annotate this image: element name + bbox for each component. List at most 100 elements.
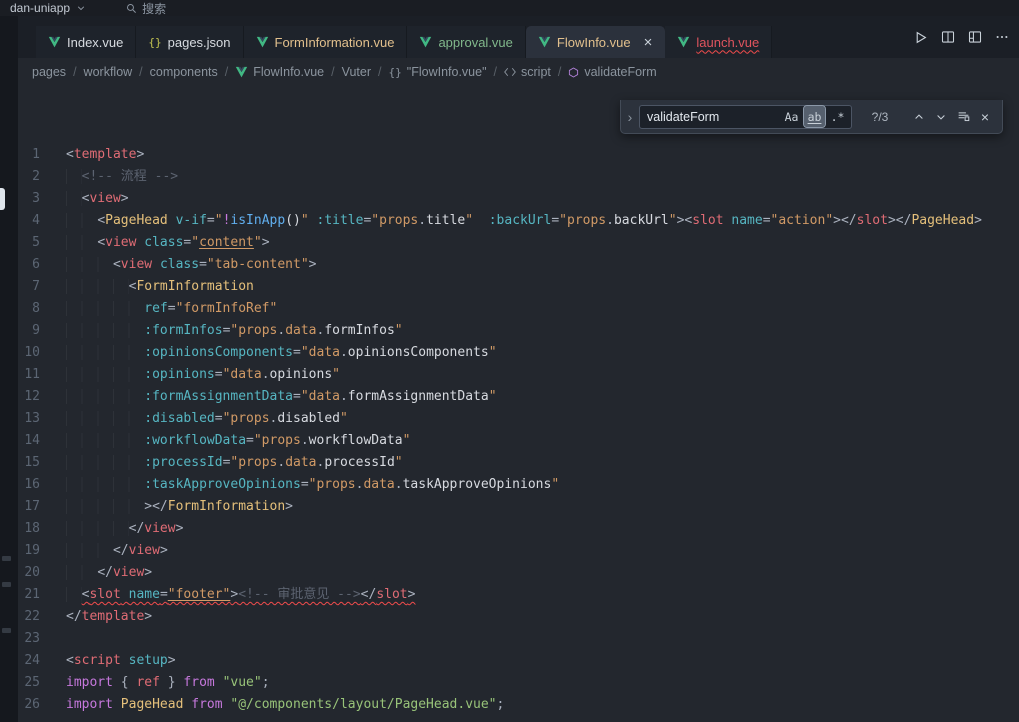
- line-number: 5: [18, 232, 66, 254]
- line-number: 17: [18, 496, 66, 518]
- find-input[interactable]: [647, 110, 779, 124]
- code-line[interactable]: 11 :opinions="data.opinions": [18, 364, 1019, 386]
- code-line-text: <FormInformation: [66, 276, 254, 298]
- code-line[interactable]: 24<script setup>: [18, 650, 1019, 672]
- tab-FlowInfo.vue[interactable]: FlowInfo.vue ×: [526, 26, 665, 58]
- title-bar: dan-uniapp 搜索: [0, 0, 1019, 16]
- code-line[interactable]: 14 :workflowData="props.workflowData": [18, 430, 1019, 452]
- code-line[interactable]: 2 <!-- 流程 -->: [18, 166, 1019, 188]
- code-line-text: </template>: [66, 606, 152, 628]
- code-line[interactable]: 18 </view>: [18, 518, 1019, 540]
- code-line[interactable]: 9 :formInfos="props.data.formInfos": [18, 320, 1019, 342]
- code-line[interactable]: 4 <PageHead v-if="!isInApp()" :title="pr…: [18, 210, 1019, 232]
- line-number: 11: [18, 364, 66, 386]
- line-number: 7: [18, 276, 66, 298]
- more-actions-button[interactable]: [995, 30, 1009, 44]
- find-in-selection-button[interactable]: [952, 106, 974, 128]
- line-number: 3: [18, 188, 66, 210]
- code-line-text: <script setup>: [66, 650, 176, 672]
- code-editor[interactable]: 1<template>2 <!-- 流程 -->3 <view>4 <PageH…: [18, 86, 1019, 716]
- next-match-button[interactable]: [930, 106, 952, 128]
- breadcrumb-item-workflow[interactable]: workflow: [84, 65, 133, 79]
- code-line[interactable]: 26import PageHead from "@/components/lay…: [18, 694, 1019, 716]
- code-line[interactable]: 3 <view>: [18, 188, 1019, 210]
- line-number: 22: [18, 606, 66, 628]
- code-line-text: :formInfos="props.data.formInfos": [66, 320, 403, 342]
- breadcrumb-item-FlowInfo.vue[interactable]: FlowInfo.vue: [235, 65, 324, 79]
- breadcrumb-item-Vuter[interactable]: Vuter: [342, 65, 371, 79]
- find-widget: › Aa ab .* ?/3 ×: [620, 100, 1003, 134]
- breadcrumb-separator: /: [494, 65, 497, 79]
- code-line-text: <!-- 流程 -->: [66, 166, 178, 188]
- code-line[interactable]: 1<template>: [18, 144, 1019, 166]
- close-find-button[interactable]: ×: [974, 106, 996, 128]
- find-input-wrap: Aa ab .*: [639, 105, 852, 129]
- line-number: 2: [18, 166, 66, 188]
- code-line[interactable]: 19 </view>: [18, 540, 1019, 562]
- method-icon: [568, 67, 579, 78]
- code-line-text: <slot name="footer"><!-- 审批意见 --></slot>: [66, 584, 415, 606]
- regex-button[interactable]: .*: [827, 106, 848, 127]
- line-number: 18: [18, 518, 66, 540]
- code-line-text: :opinions="data.opinions": [66, 364, 340, 386]
- code-line-text: import PageHead from "@/components/layou…: [66, 694, 504, 716]
- code-line-text: <view>: [66, 188, 129, 210]
- match-case-button[interactable]: Aa: [781, 106, 802, 127]
- tab-pages.json[interactable]: {}pages.json: [136, 26, 243, 58]
- code-line[interactable]: 10 :opinionsComponents="data.opinionsCom…: [18, 342, 1019, 364]
- tab-launch.vue[interactable]: launch.vue: [665, 26, 772, 58]
- line-number: 24: [18, 650, 66, 672]
- tab-label: FormInformation.vue: [275, 35, 395, 50]
- line-number: 25: [18, 672, 66, 694]
- code-line[interactable]: 25import { ref } from "vue";: [18, 672, 1019, 694]
- line-number: 6: [18, 254, 66, 276]
- tab-Index.vue[interactable]: Index.vue: [36, 26, 136, 58]
- tab-approval.vue[interactable]: approval.vue: [407, 26, 525, 58]
- code-line-text: :workflowData="props.workflowData": [66, 430, 410, 452]
- code-line-text: :formAssignmentData="data.formAssignment…: [66, 386, 497, 408]
- customize-layout-button[interactable]: [968, 30, 982, 44]
- breadcrumb-separator: /: [331, 65, 334, 79]
- code-line[interactable]: 20 </view>: [18, 562, 1019, 584]
- breadcrumb-label: pages: [32, 65, 66, 79]
- code-line[interactable]: 12 :formAssignmentData="data.formAssignm…: [18, 386, 1019, 408]
- breadcrumb-item-FlowInfo.vue[interactable]: {}"FlowInfo.vue": [389, 65, 487, 79]
- breadcrumb-label: script: [521, 65, 551, 79]
- code-line[interactable]: 17 ></FormInformation>: [18, 496, 1019, 518]
- vue-file-icon: [677, 36, 690, 48]
- split-editor-button[interactable]: [941, 30, 955, 44]
- chevron-down-icon[interactable]: [76, 3, 86, 13]
- previous-match-button[interactable]: [908, 106, 930, 128]
- code-line[interactable]: 6 <view class="tab-content">: [18, 254, 1019, 276]
- global-search[interactable]: 搜索: [126, 0, 166, 17]
- code-line[interactable]: 15 :processId="props.data.processId": [18, 452, 1019, 474]
- code-line[interactable]: 7 <FormInformation: [18, 276, 1019, 298]
- code-line[interactable]: 5 <view class="content">: [18, 232, 1019, 254]
- tab-label: FlowInfo.vue: [557, 35, 631, 50]
- edge-mark: [2, 556, 11, 561]
- vue-icon: [235, 66, 248, 78]
- vue-file-icon: [48, 36, 61, 48]
- breadcrumb-item-validateForm[interactable]: validateForm: [568, 65, 656, 79]
- code-line-text: :taskApproveOpinions="props.data.taskApp…: [66, 474, 559, 496]
- breadcrumb-separator: /: [558, 65, 561, 79]
- tab-close-button[interactable]: ×: [644, 35, 653, 50]
- code-line[interactable]: 21 <slot name="footer"><!-- 审批意见 --></sl…: [18, 584, 1019, 606]
- code-line[interactable]: 16 :taskApproveOpinions="props.data.task…: [18, 474, 1019, 496]
- code-line[interactable]: 23: [18, 628, 1019, 650]
- line-number: 19: [18, 540, 66, 562]
- breadcrumb-item-pages[interactable]: pages: [32, 65, 66, 79]
- run-button[interactable]: [913, 30, 928, 45]
- project-name[interactable]: dan-uniapp: [10, 1, 70, 15]
- tab-FormInformation.vue[interactable]: FormInformation.vue: [244, 26, 408, 58]
- toggle-replace-chevron[interactable]: ›: [621, 109, 639, 125]
- code-line[interactable]: 13 :disabled="props.disabled": [18, 408, 1019, 430]
- tab-bar: Index.vue{}pages.json FormInformation.vue…: [18, 16, 1019, 58]
- breadcrumb-item-components[interactable]: components: [150, 65, 218, 79]
- whole-word-button[interactable]: ab: [804, 106, 825, 127]
- code-line[interactable]: 22</template>: [18, 606, 1019, 628]
- line-number: 20: [18, 562, 66, 584]
- line-number: 8: [18, 298, 66, 320]
- breadcrumb-item-script[interactable]: script: [504, 65, 551, 79]
- code-line[interactable]: 8 ref="formInfoRef": [18, 298, 1019, 320]
